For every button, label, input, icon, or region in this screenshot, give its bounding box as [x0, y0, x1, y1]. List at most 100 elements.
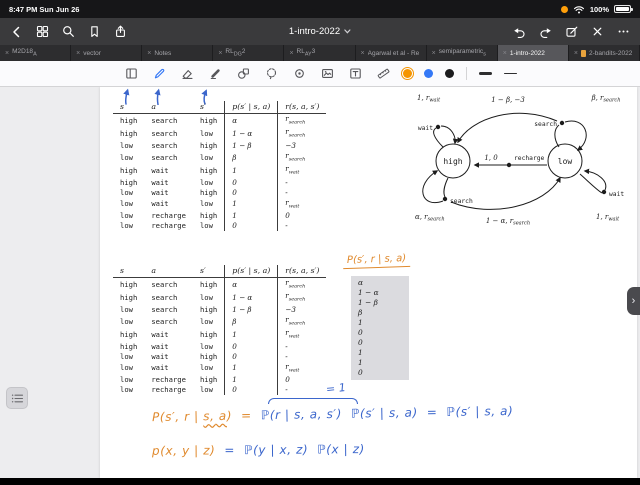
- content-area: s a s′ p(s′ | s, a) r(s, a, s′) high sea…: [0, 87, 640, 478]
- color-swatch-black[interactable]: [445, 69, 454, 78]
- probability-value: β: [351, 308, 409, 318]
- table-row: low recharge low 0 -: [113, 385, 326, 395]
- table-row: high wait high 1 rwait: [113, 164, 326, 177]
- action-node-search-top: [560, 121, 564, 125]
- tab-agarwal-et-al[interactable]: ×Agarwal et al - Re: [356, 45, 427, 61]
- tab-close-icon[interactable]: ×: [574, 50, 578, 57]
- tab-close-icon[interactable]: ×: [289, 50, 293, 57]
- lasso-tool[interactable]: [263, 66, 279, 82]
- mdp-diagram: 1, rwait 1 − β, −3 β, rsearch 1, 0 α, rs…: [413, 89, 635, 227]
- probability-value: 1 − β: [351, 298, 409, 308]
- eq2-term-2: ℙ(x | z): [317, 442, 365, 456]
- close-button[interactable]: [591, 25, 604, 38]
- ruler-tool[interactable]: [375, 66, 391, 82]
- pages-panel-tool[interactable]: [123, 66, 139, 82]
- nav-left-group: [10, 25, 127, 38]
- image-tool[interactable]: [319, 66, 335, 82]
- thumbnails-button[interactable]: [36, 25, 49, 38]
- undo-icon: [513, 25, 526, 38]
- color-swatch-blue[interactable]: [424, 69, 433, 78]
- eq2-lhs: p(x, y | z): [152, 443, 216, 458]
- note-page-canvas[interactable]: s a s′ p(s′ | s, a) r(s, a, s′) high sea…: [100, 87, 637, 478]
- tab-vector[interactable]: ×vector: [71, 45, 142, 61]
- more-button[interactable]: [617, 25, 630, 38]
- table-row: low wait low 1 rwait: [113, 198, 326, 211]
- action-node-wait-bottom: [602, 190, 606, 194]
- compose-button[interactable]: [565, 25, 578, 38]
- battery-icon: [614, 5, 631, 13]
- tab-2-bandits-2022[interactable]: ×2-bandits-2022: [569, 45, 640, 61]
- share-button[interactable]: [114, 25, 127, 38]
- outline-list-icon: [11, 393, 24, 404]
- tab-close-icon[interactable]: ×: [503, 50, 507, 57]
- bookmark-button[interactable]: [88, 25, 101, 38]
- tab-rl-dg2[interactable]: ×RLDG2: [213, 45, 284, 61]
- handwritten-column-header: P(s′, r | s, a): [343, 253, 411, 269]
- home-indicator-bar: [0, 478, 640, 485]
- pen-icon: [153, 67, 166, 80]
- tab-close-icon[interactable]: ×: [5, 50, 9, 57]
- eq1-term-1: ℙ(r | s, a, s′): [261, 407, 342, 422]
- table-header-row: s a s′ p(s′ | s, a) r(s, a, s′): [113, 101, 326, 114]
- battery-fill: [616, 7, 629, 11]
- eq1-equals-2: =: [427, 405, 438, 419]
- eq1-equals-1: =: [241, 408, 252, 422]
- probability-value: 1: [351, 348, 409, 358]
- nav-right-group: [513, 25, 630, 38]
- tab-m2d18-a[interactable]: ×M2D18A: [0, 45, 71, 61]
- tab-close-icon[interactable]: ×: [218, 50, 222, 57]
- table-row: high search high α rsearch: [113, 278, 326, 292]
- pen-tool[interactable]: [151, 66, 167, 82]
- toolbar: [0, 61, 640, 87]
- recording-indicator-dot[interactable]: [561, 6, 568, 13]
- table-row: high search low 1 − α rsearch: [113, 127, 326, 140]
- pointer-icon: [293, 67, 306, 80]
- action-search-bottom-label: search: [450, 198, 473, 205]
- color-swatch-orange[interactable]: [403, 69, 412, 78]
- bookmark-icon: [88, 25, 101, 38]
- tab-1-intro-2022[interactable]: ×1-intro-2022: [498, 45, 569, 61]
- eraser-tool[interactable]: [179, 66, 195, 82]
- handwritten-overbrace: [268, 398, 358, 404]
- tab-close-icon[interactable]: ×: [76, 50, 80, 57]
- label-search-low-prob: β, rsearch: [591, 94, 621, 103]
- tab-close-icon[interactable]: ×: [147, 50, 151, 57]
- tab-notes[interactable]: ×Notes: [142, 45, 213, 61]
- state-low-label: low: [558, 157, 573, 166]
- undo-button[interactable]: [513, 25, 526, 38]
- label-search-drop-prob: 1 − α, rsearch: [486, 217, 530, 226]
- chevron-right-icon: ›: [632, 295, 636, 307]
- label-deplete-prob: 1 − β, −3: [491, 96, 525, 104]
- state-high-label: high: [443, 157, 462, 166]
- search-button[interactable]: [62, 25, 75, 38]
- highlighter-tool[interactable]: [207, 66, 223, 82]
- text-icon: [349, 67, 362, 80]
- stroke-thickness-thin[interactable]: [504, 73, 517, 74]
- table-header-row: s a s′ p(s′ | s, a) r(s, a, s′): [113, 265, 326, 278]
- tab-close-icon[interactable]: ×: [361, 50, 365, 57]
- text-tool[interactable]: [347, 66, 363, 82]
- close-icon: [591, 25, 604, 38]
- tab-bar: ×M2D18A ×vector ×Notes ×RLDG2 ×RLAY3 ×Ag…: [0, 45, 640, 61]
- stroke-thickness-medium[interactable]: [479, 72, 492, 75]
- status-bar: 8:47 PM Sun Jun 26 100%: [0, 0, 640, 18]
- tab-close-icon[interactable]: ×: [432, 50, 436, 57]
- toolbar-divider: [466, 67, 467, 80]
- outline-panel-toggle[interactable]: [6, 387, 28, 409]
- edit-pencil-icon: [565, 25, 578, 38]
- status-icons: 100%: [561, 4, 631, 14]
- clock: 8:47 PM Sun Jun 26: [9, 5, 79, 14]
- shapes-tool[interactable]: [235, 66, 251, 82]
- document-title-menu[interactable]: 1-intro-2022: [289, 26, 351, 37]
- shapes-icon: [237, 67, 250, 80]
- pointer-tool[interactable]: [291, 66, 307, 82]
- col-s-prime: s′: [193, 101, 225, 114]
- tab-semiparametric[interactable]: ×semiparametrics: [427, 45, 498, 61]
- redo-button[interactable]: [539, 25, 552, 38]
- col-r: r(s, a, s′): [278, 101, 327, 114]
- label-recharge-prob: 1, 0: [484, 154, 498, 162]
- back-button[interactable]: [10, 25, 23, 38]
- tab-rl-ay3[interactable]: ×RLAY3: [284, 45, 355, 61]
- right-panel-chevron[interactable]: ›: [627, 287, 640, 315]
- table-row: high wait high 1 rwait: [113, 328, 326, 341]
